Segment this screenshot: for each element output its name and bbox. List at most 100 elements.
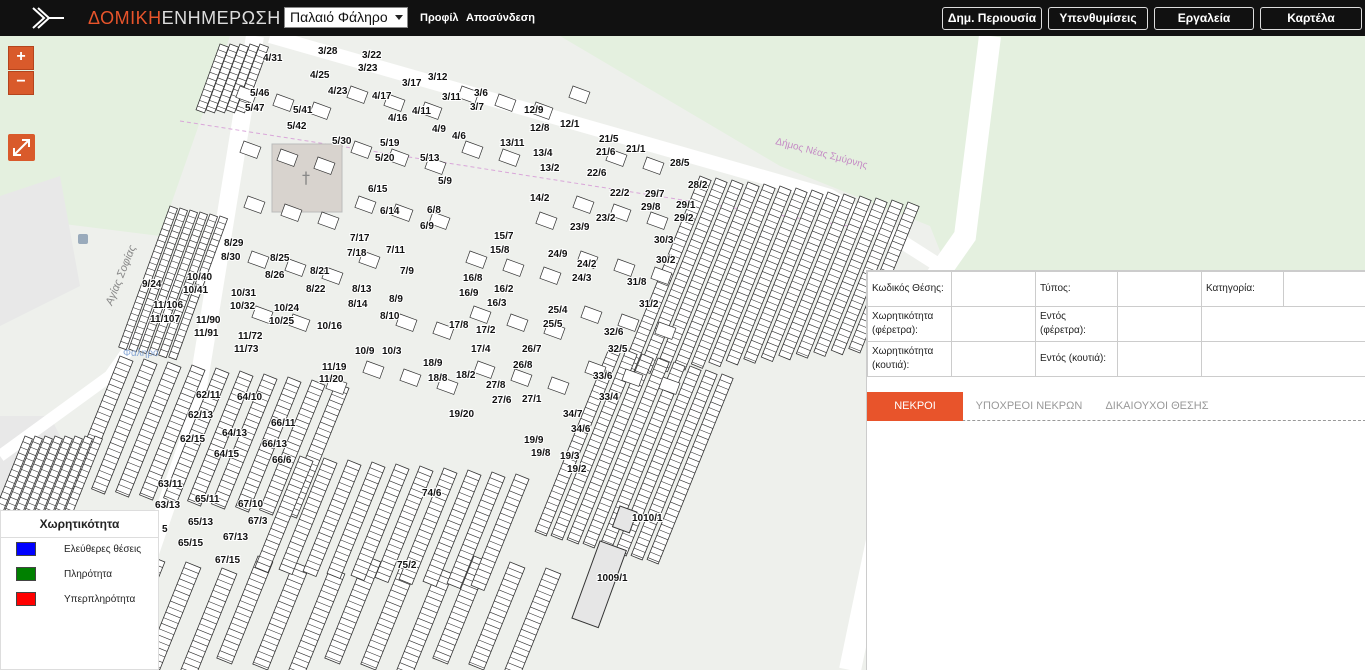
plot-label[interactable]: 64/15: [213, 448, 240, 461]
plot-label[interactable]: 17/2: [475, 324, 497, 337]
plot-label[interactable]: 6/8: [426, 204, 442, 217]
plot-label[interactable]: 62/15: [179, 433, 206, 446]
plot-label[interactable]: 13/11: [499, 137, 526, 150]
tools-button[interactable]: Εργαλεία: [1154, 7, 1254, 30]
plot-label[interactable]: 5/30: [331, 135, 353, 148]
plot-label[interactable]: 8/21: [309, 265, 331, 278]
tab-beneficiaries[interactable]: ΔΙΚΑΙΟΥΧΟΙ ΘΕΣΗΣ: [1099, 392, 1215, 421]
plot-label[interactable]: 8/9: [388, 293, 404, 306]
plot-label[interactable]: 29/8: [640, 201, 662, 214]
plot-label[interactable]: 5: [161, 523, 169, 536]
plot-label[interactable]: 13/2: [539, 162, 561, 175]
plot-label[interactable]: 12/9: [523, 104, 545, 117]
plot-label[interactable]: 17/8: [448, 319, 470, 332]
zoom-in-button[interactable]: +: [8, 46, 34, 70]
plot-label[interactable]: 19/8: [530, 447, 552, 460]
plot-label[interactable]: 11/91: [193, 327, 220, 340]
plot-label[interactable]: 7/18: [346, 247, 368, 260]
plot-label[interactable]: 19/20: [448, 408, 475, 421]
plot-label[interactable]: 29/7: [644, 188, 666, 201]
plot-label[interactable]: 23/9: [569, 221, 591, 234]
plot-label[interactable]: 67/13: [222, 531, 249, 544]
plot-label[interactable]: 30/2: [655, 254, 677, 267]
plot-label[interactable]: 4/23: [327, 85, 349, 98]
plot-label[interactable]: 5/9: [437, 175, 453, 188]
plot-label[interactable]: 18/2: [455, 369, 477, 382]
plot-label[interactable]: 67/10: [237, 498, 264, 511]
plot-label[interactable]: 8/13: [351, 283, 373, 296]
plot-label[interactable]: 32/6: [603, 326, 625, 339]
plot-label[interactable]: 31/8: [626, 276, 648, 289]
plot-label[interactable]: 10/40: [186, 271, 213, 284]
plot-label[interactable]: 7/17: [349, 232, 371, 245]
plot-label[interactable]: 67/3: [247, 515, 269, 528]
plot-label[interactable]: 17/4: [470, 343, 492, 356]
plot-label[interactable]: 21/5: [598, 133, 620, 146]
plot-label[interactable]: 15/8: [489, 244, 511, 257]
plot-label[interactable]: 16/9: [458, 287, 480, 300]
plot-label[interactable]: 15/7: [493, 230, 515, 243]
logout-link[interactable]: Αποσύνδεση: [466, 12, 535, 24]
plot-label[interactable]: 62/13: [187, 409, 214, 422]
plot-label[interactable]: 4/25: [309, 69, 331, 82]
plot-label[interactable]: 4/16: [387, 112, 409, 125]
plot-label[interactable]: 5/20: [374, 152, 396, 165]
plot-label[interactable]: 14/2: [529, 192, 551, 205]
plot-label[interactable]: 5/46: [249, 87, 271, 100]
plot-label[interactable]: 65/13: [187, 516, 214, 529]
plot-label[interactable]: 3/17: [401, 77, 423, 90]
plot-label[interactable]: 8/29: [223, 237, 245, 250]
plot-label[interactable]: 4/11: [411, 105, 432, 118]
plot-label[interactable]: 63/11: [157, 478, 184, 491]
plot-label[interactable]: 66/11: [270, 417, 297, 430]
plot-label[interactable]: 5/47: [244, 102, 266, 115]
plot-label[interactable]: 8/22: [305, 283, 327, 296]
plot-label[interactable]: 28/2: [687, 179, 709, 192]
plot-label[interactable]: 4/6: [451, 130, 467, 143]
plot-label[interactable]: 11/20: [318, 373, 345, 386]
plot-label[interactable]: 24/9: [547, 248, 569, 261]
plot-label[interactable]: 66/13: [261, 438, 288, 451]
plot-label[interactable]: 6/9: [419, 220, 435, 233]
plot-label[interactable]: 6/15: [367, 183, 389, 196]
plot-label[interactable]: 16/8: [462, 272, 484, 285]
plot-label[interactable]: 10/24: [273, 302, 300, 315]
plot-label[interactable]: 5/41: [292, 104, 314, 117]
plot-label[interactable]: 33/4: [598, 391, 620, 404]
plot-label[interactable]: 11/90: [195, 314, 222, 327]
plot-label[interactable]: 1010/1: [631, 512, 664, 525]
plot-label[interactable]: 19/2: [566, 463, 588, 476]
plot-label[interactable]: 7/11: [385, 244, 406, 257]
plot-label[interactable]: 11/19: [321, 361, 348, 374]
plot-label[interactable]: 29/1: [675, 199, 697, 212]
plot-label[interactable]: 5/42: [286, 120, 308, 133]
plot-label[interactable]: 30/3: [653, 234, 675, 247]
plot-label[interactable]: 8/26: [264, 269, 286, 282]
plot-label[interactable]: 27/1: [521, 393, 543, 406]
plot-label[interactable]: 5/13: [419, 152, 441, 165]
plot-label[interactable]: 18/8: [427, 372, 449, 385]
plot-label[interactable]: 3/28: [317, 45, 339, 58]
plot-label[interactable]: 27/8: [485, 379, 507, 392]
plot-label[interactable]: 19/9: [523, 434, 545, 447]
tab-obligors[interactable]: ΥΠΟΧΡΕΟΙ ΝΕΚΡΩΝ: [971, 392, 1087, 421]
plot-label[interactable]: 31/2: [638, 298, 660, 311]
plot-label[interactable]: 62/11: [195, 389, 222, 402]
plot-label[interactable]: 16/2: [493, 283, 515, 296]
plot-label[interactable]: 28/5: [669, 157, 691, 170]
plot-label[interactable]: 22/2: [609, 187, 631, 200]
tab-deceased[interactable]: ΝΕΚΡΟΙ: [867, 392, 963, 421]
plot-label[interactable]: 65/15: [177, 537, 204, 550]
plot-label[interactable]: 9/24: [141, 278, 163, 291]
plot-label[interactable]: 7/9: [399, 265, 415, 278]
plot-label[interactable]: 66/6: [271, 454, 293, 467]
reminders-button[interactable]: Υπενθυμίσεις: [1048, 7, 1148, 30]
plot-label[interactable]: 24/3: [571, 272, 593, 285]
plot-label[interactable]: 29/2: [673, 212, 695, 225]
plot-label[interactable]: 3/12: [427, 71, 449, 84]
fullscreen-button[interactable]: [8, 134, 35, 161]
plot-label[interactable]: 12/8: [529, 122, 551, 135]
plot-label[interactable]: 16/3: [486, 297, 508, 310]
plot-label[interactable]: 27/6: [491, 394, 513, 407]
plot-label[interactable]: 67/15: [214, 554, 241, 567]
